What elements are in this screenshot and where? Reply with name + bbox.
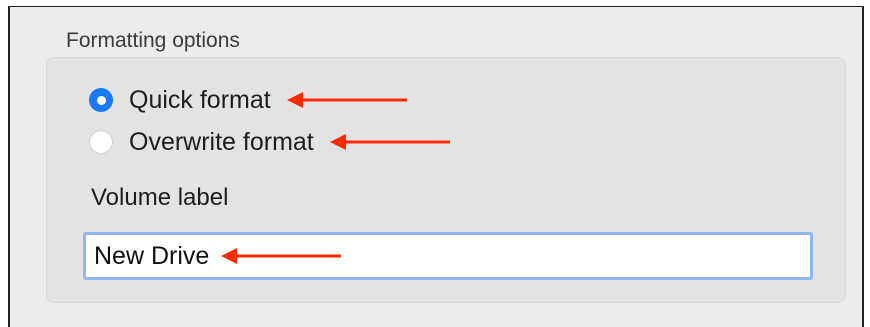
volume-label-input[interactable]: New Drive [83,232,813,280]
formatting-options-title: Formatting options [66,29,240,52]
overwrite-format-radio[interactable] [89,130,113,154]
radio-selected-dot [96,95,106,105]
window: Formatting options Quick format Overwrit… [8,6,864,327]
quick-format-option[interactable]: Quick format [89,84,409,116]
quick-format-label[interactable]: Quick format [129,86,271,115]
overwrite-format-option[interactable]: Overwrite format [89,126,452,158]
volume-label-value[interactable]: New Drive [94,242,209,271]
volume-label-heading: Volume label [91,184,229,211]
arrow-left-icon [221,248,342,264]
arrow-left-icon [329,134,450,150]
overwrite-format-label[interactable]: Overwrite format [129,128,314,157]
arrow-left-icon [286,92,407,108]
formatting-options-group: Quick format Overwrite format Volume lab… [46,57,846,303]
quick-format-radio[interactable] [89,88,113,112]
